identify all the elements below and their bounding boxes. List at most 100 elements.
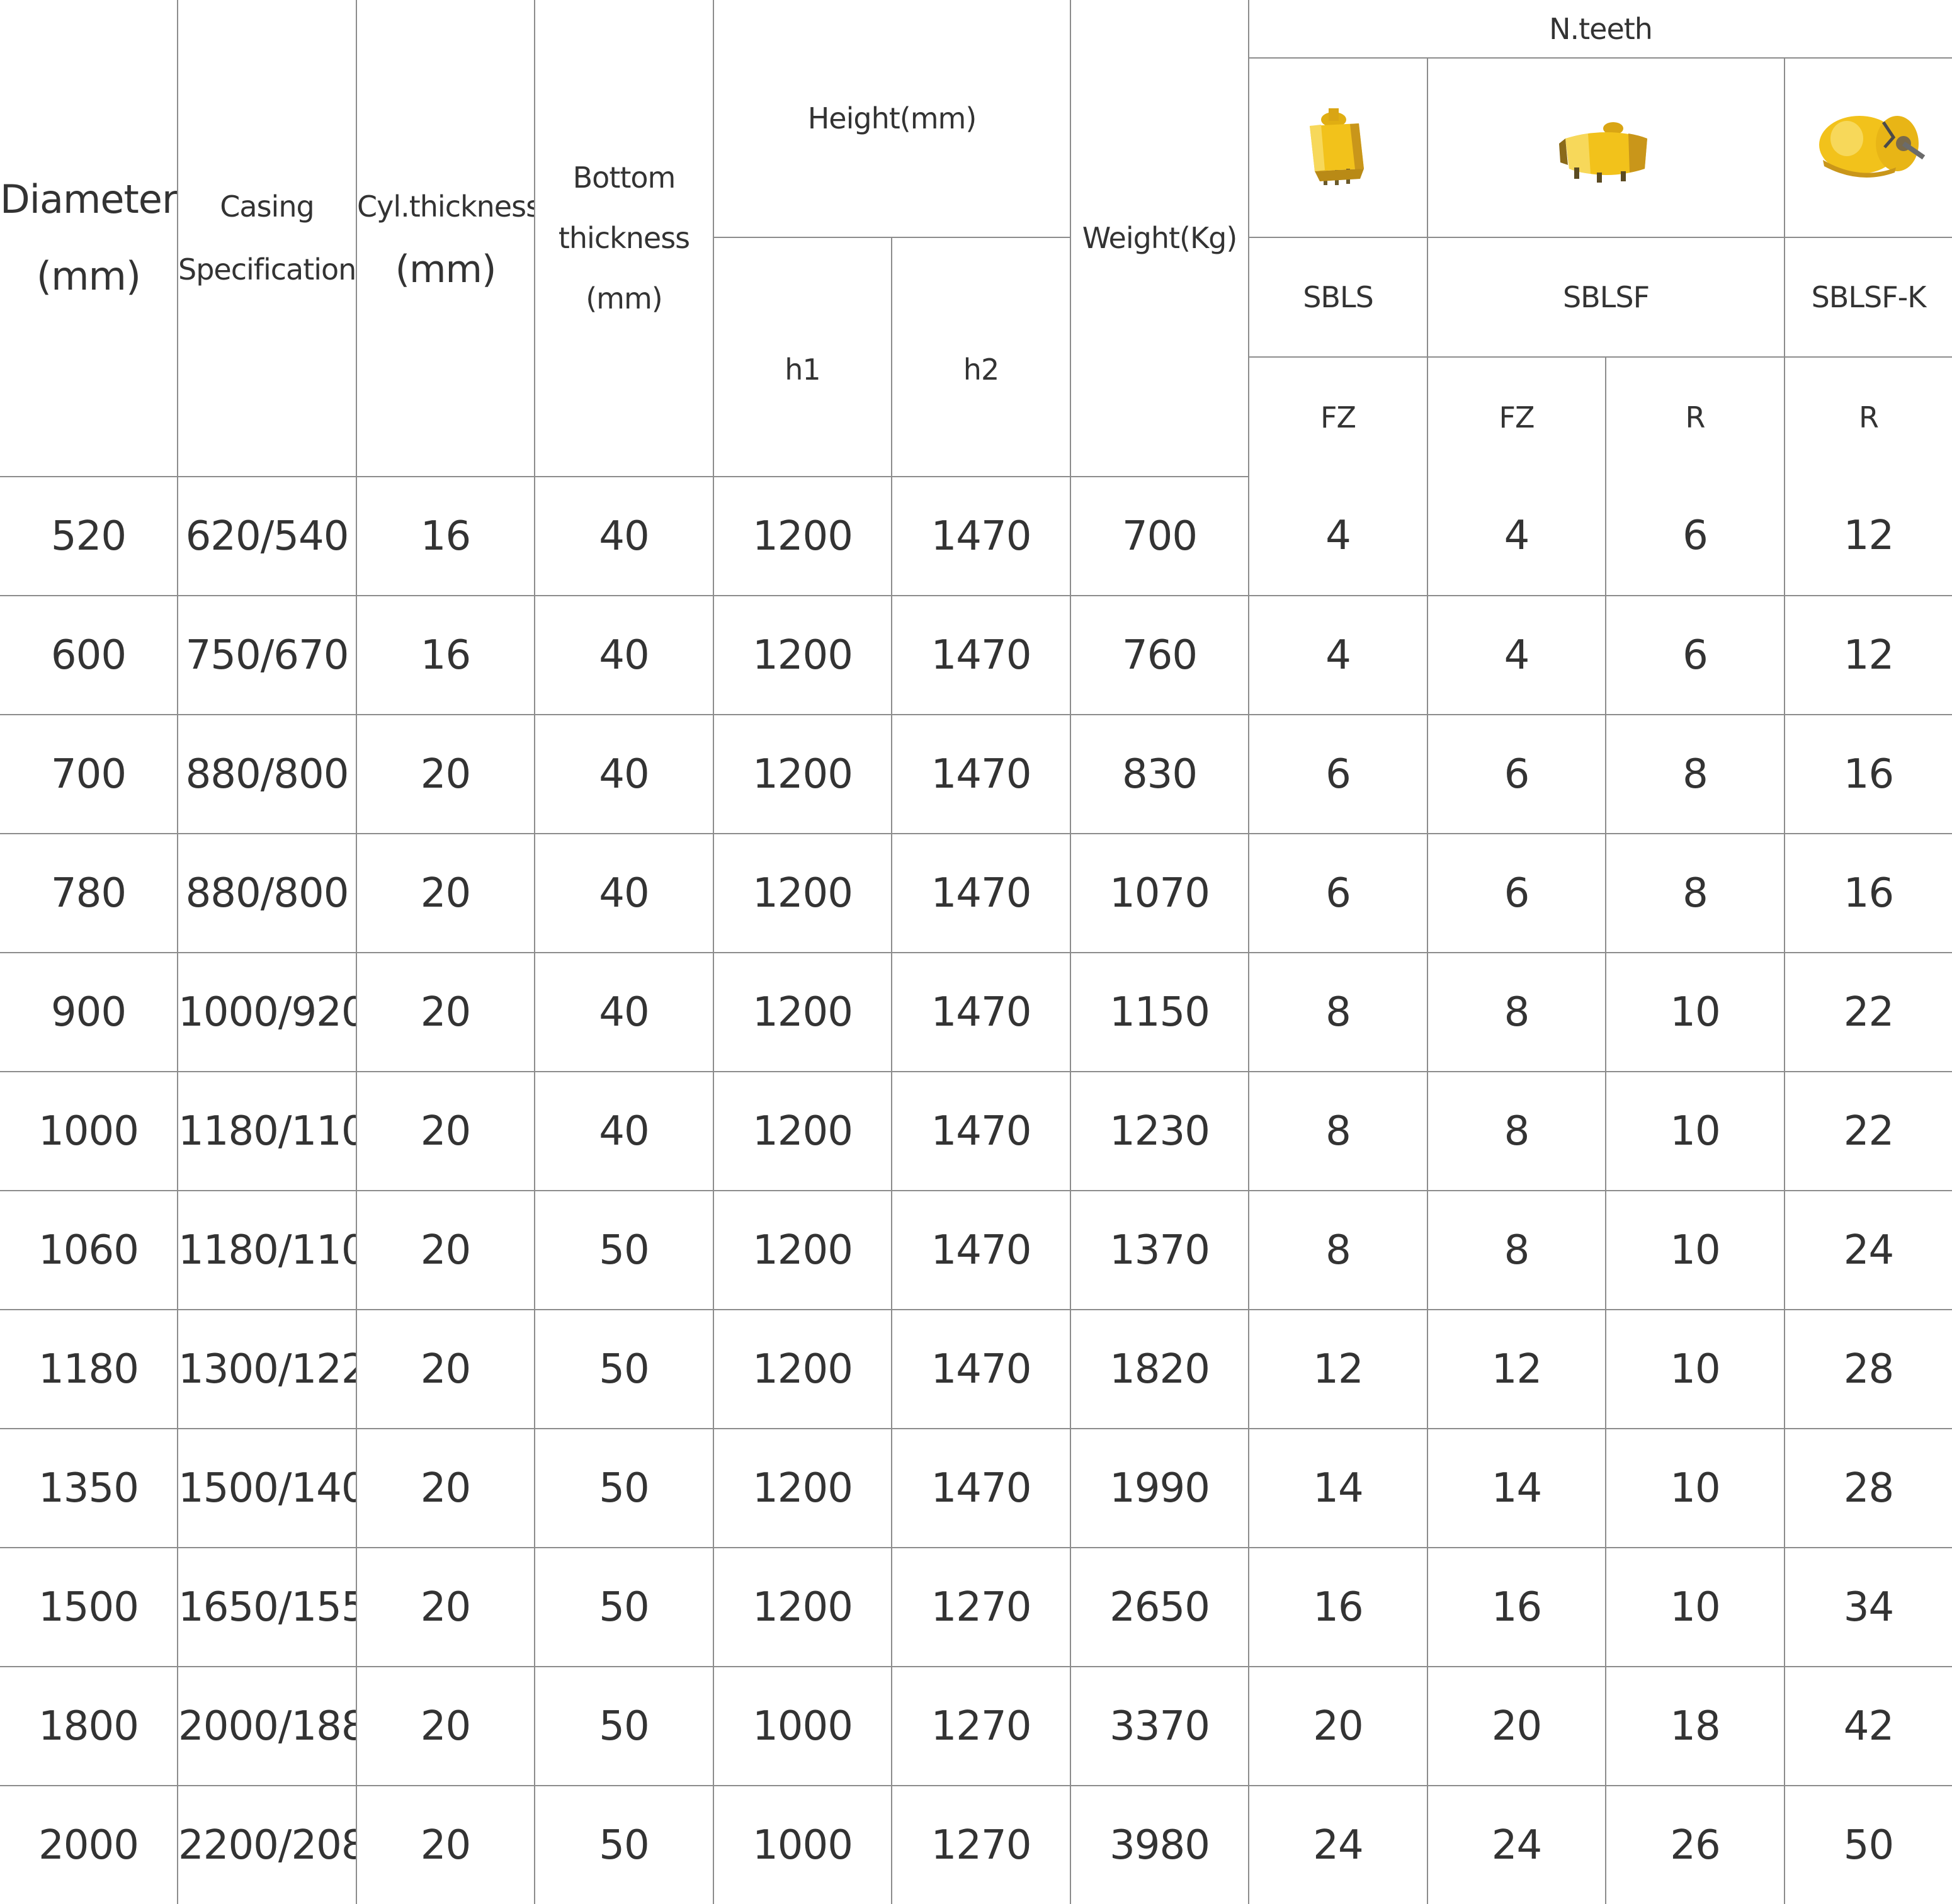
cell-casing: 1500/1400 <box>177 1428 357 1548</box>
cell-sbls-fz: 4 <box>1248 477 1429 596</box>
cell-sblsf-fz: 4 <box>1427 477 1607 596</box>
cell-sbls-fz: 8 <box>1248 1071 1429 1191</box>
cell-sbls-fz: 6 <box>1248 833 1429 953</box>
cell-sblsf-k-r: 42 <box>1784 1666 1952 1786</box>
header-cyl-thickness-line2: (mm) <box>395 247 497 292</box>
cell-sblsf-r: 10 <box>1605 952 1786 1072</box>
cell-h2: 1470 <box>890 595 1072 715</box>
model-sblsf-k: SBLSF-K <box>1784 237 1952 358</box>
cell-sblsf-k-r: 22 <box>1784 952 1952 1072</box>
cell-sblsf-k-r: 16 <box>1784 833 1952 953</box>
tool-image-sbls <box>1249 57 1429 238</box>
cell-sblsf-r: 10 <box>1605 1547 1786 1667</box>
cell-casing: 750/670 <box>177 595 357 715</box>
cell-sblsf-fz: 24 <box>1427 1785 1607 1904</box>
cell-sblsf-k-r: 28 <box>1784 1428 1952 1548</box>
cell-sblsf-r: 10 <box>1605 1071 1786 1191</box>
cell-weight: 2650 <box>1070 1547 1250 1667</box>
cell-casing: 880/800 <box>177 714 357 834</box>
cell-bottom-thickness: 50 <box>534 1190 714 1310</box>
cell-sbls-fz: 4 <box>1248 595 1429 715</box>
cell-cyl-thickness: 20 <box>356 1190 535 1310</box>
cell-casing: 2000/1880 <box>177 1666 357 1786</box>
cell-sblsf-r: 26 <box>1605 1785 1786 1904</box>
cell-casing: 2200/2080 <box>177 1785 357 1904</box>
table-row: 700 880/800 20 40 1200 1470 830 6 6 8 16 <box>0 714 1952 834</box>
header-h1: h1 <box>713 237 892 477</box>
cell-h1: 1200 <box>713 477 892 596</box>
header-height: Height(mm) <box>712 0 1072 238</box>
cell-cyl-thickness: 20 <box>356 833 535 953</box>
header-casing-line2: Specifications <box>178 252 356 286</box>
cell-sblsf-fz: 4 <box>1427 595 1607 715</box>
table-row: 10601180/11002050120014701370881024 <box>0 1190 1952 1310</box>
cell-diameter: 1000 <box>0 1071 178 1191</box>
cell-bottom-thickness: 40 <box>534 1071 714 1191</box>
cell-weight: 830 <box>1070 714 1250 834</box>
cell-sbls-fz: 16 <box>1248 1547 1429 1667</box>
table-row: 13501500/1400205012001470199014141028 <box>0 1428 1952 1548</box>
cell-sblsf-fz: 6 <box>1427 714 1607 834</box>
cell-weight: 1070 <box>1070 833 1250 953</box>
cell-sblsf-k-r: 50 <box>1784 1785 1952 1904</box>
table-row: 15001650/1550205012001270265016161034 <box>0 1547 1952 1667</box>
header-bottom-thickness: Bottom thickness (mm) <box>534 0 714 477</box>
teeth-type-sblsf-k-r: R <box>1784 356 1952 477</box>
cell-sblsf-r: 6 <box>1605 595 1786 715</box>
cell-casing: 1300/1220 <box>177 1309 357 1429</box>
header-cyl-thickness: Cyl.thickness (mm) <box>356 0 535 477</box>
cell-h1: 1000 <box>713 1785 892 1904</box>
cell-h1: 1200 <box>713 1190 892 1310</box>
cell-bottom-thickness: 50 <box>534 1785 714 1904</box>
cell-bottom-thickness: 50 <box>534 1428 714 1548</box>
cell-bottom-thickness: 40 <box>534 833 714 953</box>
cell-h2: 1470 <box>890 952 1072 1072</box>
cell-sbls-fz: 20 <box>1248 1666 1429 1786</box>
cell-h1: 1000 <box>713 1666 892 1786</box>
header-casing-line1: Casing <box>220 190 314 224</box>
cell-bottom-thickness: 40 <box>534 714 714 834</box>
cell-sbls-fz: 8 <box>1248 952 1429 1072</box>
cell-casing: 620/540 <box>177 477 357 596</box>
tool-image-sblsf-k <box>1784 57 1952 238</box>
sblsf-bucket-icon <box>1558 122 1647 183</box>
cell-sblsf-fz: 8 <box>1427 1071 1607 1191</box>
table-row: 780 880/800 20 40 1200 1470 1070 6 6 8 16 <box>0 833 1952 953</box>
cell-weight: 1230 <box>1070 1071 1250 1191</box>
cell-sblsf-k-r: 24 <box>1784 1190 1952 1310</box>
cell-h2: 1470 <box>890 1071 1072 1191</box>
cell-diameter: 520 <box>0 477 178 596</box>
table-row: 900 1000/920 20 40 1200 1470 1150 8 8 10 22 <box>0 952 1952 1072</box>
cell-cyl-thickness: 20 <box>356 1666 535 1786</box>
cell-bottom-thickness: 40 <box>534 477 714 596</box>
cell-h1: 1200 <box>713 714 892 834</box>
teeth-type-sblsf-fz: FZ <box>1427 356 1607 477</box>
cell-sblsf-r: 8 <box>1605 833 1786 953</box>
cell-h1: 1200 <box>713 833 892 953</box>
cell-sblsf-k-r: 34 <box>1784 1547 1952 1667</box>
cell-diameter: 900 <box>0 952 178 1072</box>
cell-diameter: 1800 <box>0 1666 178 1786</box>
cell-sblsf-fz: 16 <box>1427 1547 1607 1667</box>
cell-sblsf-fz: 8 <box>1427 1190 1607 1310</box>
cell-cyl-thickness: 20 <box>356 1785 535 1904</box>
cell-sblsf-fz: 14 <box>1427 1428 1607 1548</box>
cell-weight: 3370 <box>1070 1666 1250 1786</box>
cell-sblsf-fz: 8 <box>1427 952 1607 1072</box>
table-body: 520 620/540 16 40 1200 1470 700 4 4 6 12 600 750/670… <box>0 477 1952 1904</box>
teeth-type-sblsf-r: R <box>1605 356 1786 477</box>
cell-diameter: 1350 <box>0 1428 178 1548</box>
header-casing: Casing Specifications <box>177 0 357 477</box>
cell-h2: 1470 <box>890 833 1072 953</box>
header-bottom-thickness-line2: thickness <box>558 221 690 255</box>
cell-diameter: 2000 <box>0 1785 178 1904</box>
cell-h2: 1470 <box>890 1190 1072 1310</box>
cell-sbls-fz: 12 <box>1248 1309 1429 1429</box>
cell-h2: 1470 <box>890 1309 1072 1429</box>
cell-weight: 1990 <box>1070 1428 1250 1548</box>
cell-diameter: 780 <box>0 833 178 953</box>
cell-casing: 1000/920 <box>177 952 357 1072</box>
cell-h1: 1200 <box>713 1547 892 1667</box>
cell-bottom-thickness: 50 <box>534 1666 714 1786</box>
cell-bottom-thickness: 50 <box>534 1309 714 1429</box>
